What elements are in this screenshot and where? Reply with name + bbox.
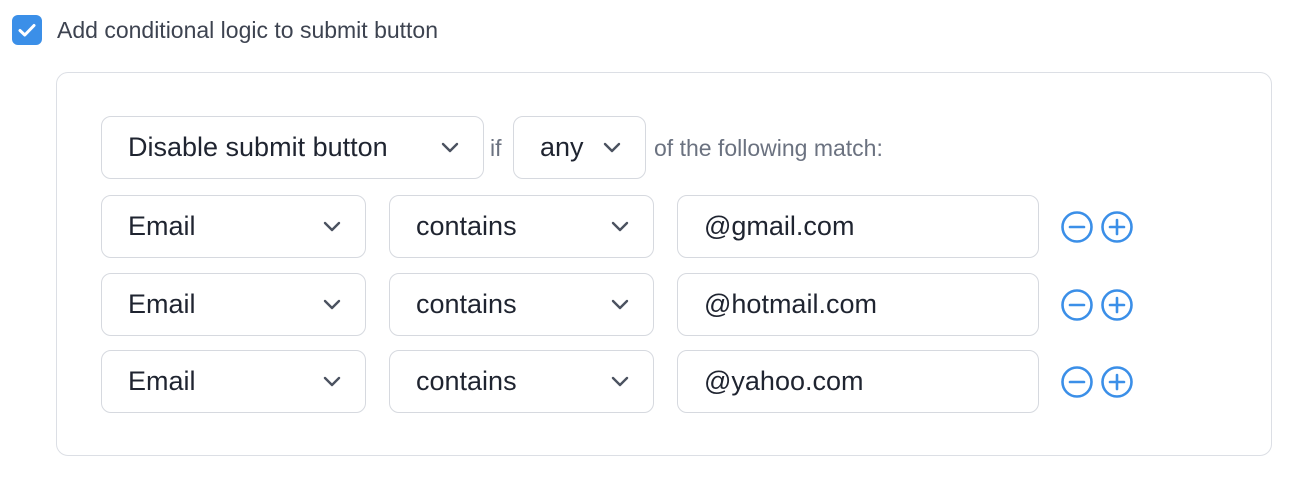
chevron-down-icon: [323, 221, 341, 231]
condition-operator-select[interactable]: contains: [389, 350, 654, 413]
match-mode-value: any: [540, 132, 584, 162]
chevron-down-icon: [603, 142, 621, 152]
minus-circle-icon[interactable]: [1060, 288, 1094, 322]
chevron-down-icon: [323, 299, 341, 309]
conditional-logic-label: Add conditional logic to submit button: [57, 16, 439, 43]
match-suffix-label: of the following match:: [654, 135, 883, 161]
chevron-down-icon: [323, 376, 341, 386]
condition-value-input[interactable]: @hotmail.com: [677, 273, 1039, 336]
if-label: if: [490, 135, 502, 161]
chevron-down-icon: [611, 376, 629, 386]
condition-value-input[interactable]: @gmail.com: [677, 195, 1039, 258]
condition-value-text: @hotmail.com: [704, 289, 877, 319]
condition-operator-select[interactable]: contains: [389, 195, 654, 258]
plus-circle-icon[interactable]: [1100, 288, 1134, 322]
condition-value-input[interactable]: @yahoo.com: [677, 350, 1039, 413]
minus-circle-icon[interactable]: [1060, 210, 1094, 244]
condition-value-text: @gmail.com: [704, 211, 855, 241]
conditional-logic-panel: Disable submit button if any of the foll…: [56, 72, 1272, 456]
conditional-logic-checkbox[interactable]: [12, 15, 42, 45]
condition-field-value: Email: [128, 289, 196, 319]
action-select[interactable]: Disable submit button: [101, 116, 484, 179]
condition-field-value: Email: [128, 211, 196, 241]
condition-field-value: Email: [128, 366, 196, 396]
chevron-down-icon: [611, 221, 629, 231]
minus-circle-icon[interactable]: [1060, 365, 1094, 399]
conditional-logic-toggle: Add conditional logic to submit button: [12, 14, 438, 46]
condition-value-text: @yahoo.com: [704, 366, 864, 396]
condition-operator-value: contains: [416, 366, 517, 396]
plus-circle-icon[interactable]: [1100, 365, 1134, 399]
chevron-down-icon: [441, 142, 459, 152]
condition-operator-value: contains: [416, 211, 517, 241]
condition-field-select[interactable]: Email: [101, 273, 366, 336]
condition-operator-value: contains: [416, 289, 517, 319]
check-icon: [18, 24, 36, 37]
action-select-value: Disable submit button: [128, 132, 388, 162]
condition-field-select[interactable]: Email: [101, 195, 366, 258]
chevron-down-icon: [611, 299, 629, 309]
condition-field-select[interactable]: Email: [101, 350, 366, 413]
match-mode-select[interactable]: any: [513, 116, 646, 179]
condition-operator-select[interactable]: contains: [389, 273, 654, 336]
plus-circle-icon[interactable]: [1100, 210, 1134, 244]
